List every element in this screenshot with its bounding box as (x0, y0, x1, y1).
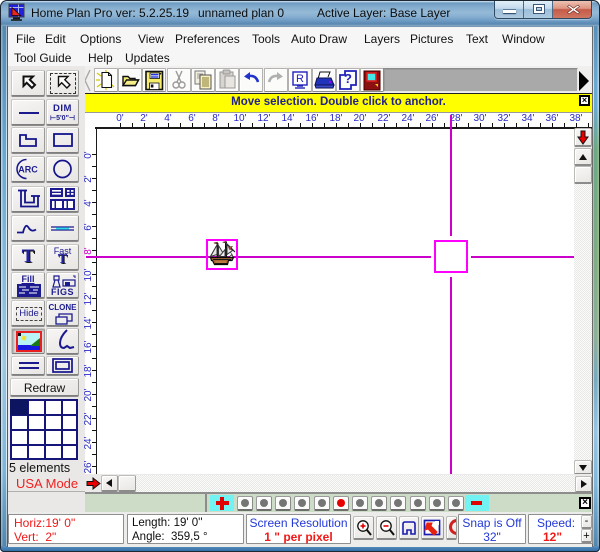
svg-text:ARC: ARC (18, 165, 38, 175)
svg-text:R: R (296, 73, 304, 85)
svg-text:?: ? (344, 71, 352, 86)
